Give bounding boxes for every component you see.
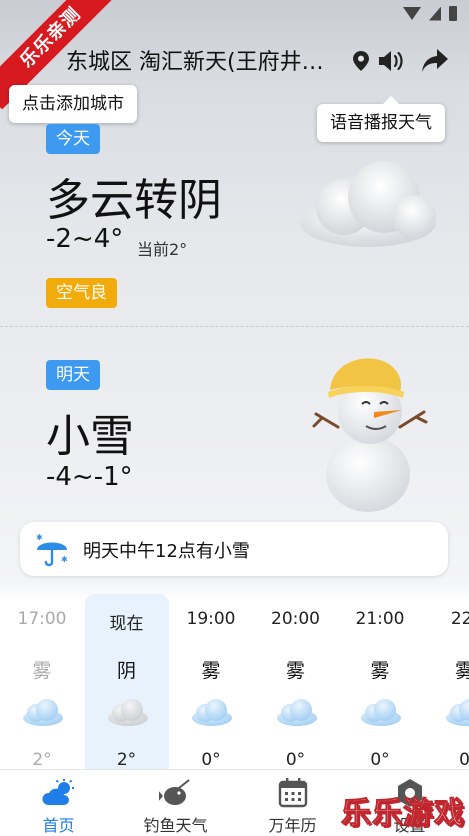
- share-icon[interactable]: [421, 48, 449, 74]
- nav-label-home: 首页: [0, 812, 117, 836]
- tomorrow-tag: 明天: [46, 360, 100, 390]
- cloudy-weather-icon: [296, 155, 441, 250]
- hourly-temp: 0: [423, 750, 469, 770]
- voice-broadcast-tooltip[interactable]: 语音播报天气: [317, 104, 445, 142]
- svg-text:✱: ✱: [36, 533, 43, 542]
- hourly-condition: 阴: [85, 656, 169, 683]
- today-temp-range: -2~4°: [46, 224, 123, 254]
- city-title[interactable]: 东城区 淘汇新天(王府井…: [66, 44, 324, 76]
- watermark: 乐乐游戏: [341, 788, 465, 832]
- alert-text: 明天中午12点有小雪: [83, 537, 250, 563]
- section-divider: [0, 326, 469, 327]
- hourly-condition: 雾: [338, 656, 422, 683]
- bottom-nav: 首页 钓鱼天气 万年历 设置 乐乐游戏: [0, 769, 469, 836]
- hourly-condition: 雾: [423, 656, 469, 683]
- hourly-condition: 雾: [0, 656, 84, 683]
- hourly-item: 21:00 雾 0°: [338, 594, 422, 770]
- hourly-time: 现在: [85, 609, 169, 634]
- hourly-condition: 雾: [254, 656, 338, 683]
- nav-home[interactable]: 首页: [0, 770, 117, 836]
- cloud-blue-icon: [445, 698, 469, 726]
- wifi-icon: [403, 7, 421, 20]
- app-header: 东城区 淘汇新天(王府井…: [0, 36, 469, 84]
- cloud-gray-icon: [107, 698, 149, 726]
- weather-alert-card[interactable]: ✱ ✱ 明天中午12点有小雪: [20, 522, 448, 576]
- nav-label-fishing: 钓鱼天气: [117, 812, 234, 836]
- hourly-item: 19:00 雾 0°: [169, 594, 253, 770]
- snow-umbrella-icon: ✱ ✱: [34, 532, 70, 568]
- hourly-item: 20:00 雾 0°: [254, 594, 338, 770]
- signal-icon: [429, 7, 441, 21]
- hourly-temp: 0°: [338, 750, 422, 770]
- location-icon[interactable]: [353, 51, 369, 71]
- hourly-time: 17:00: [0, 609, 84, 629]
- today-tag: 今天: [46, 124, 100, 154]
- calendar-icon: [276, 778, 310, 808]
- nav-fishing[interactable]: 钓鱼天气: [117, 770, 234, 836]
- svg-text:✱: ✱: [61, 555, 68, 564]
- today-condition: 多云转阴: [46, 164, 222, 228]
- current-temp: 当前2°: [137, 236, 187, 260]
- tomorrow-condition: 小雪: [46, 400, 134, 464]
- hourly-time: 20:00: [254, 609, 338, 629]
- speaker-icon[interactable]: [378, 50, 404, 72]
- hourly-item: 22: 雾 0: [423, 594, 469, 770]
- battery-icon: [449, 6, 457, 21]
- cloud-blue-icon: [360, 698, 402, 726]
- nav-calendar[interactable]: 万年历: [234, 770, 351, 836]
- hourly-condition: 雾: [169, 656, 253, 683]
- nav-label-calendar: 万年历: [234, 812, 351, 836]
- hourly-time: 21:00: [338, 609, 422, 629]
- snowman-icon: [308, 352, 433, 514]
- hourly-temp: 2°: [85, 750, 169, 770]
- tomorrow-temp-range: -4~-1°: [46, 462, 133, 492]
- aqi-badge[interactable]: 空气良: [46, 278, 117, 308]
- hourly-time: 22:: [423, 609, 469, 629]
- home-weather-icon: [42, 778, 76, 808]
- hourly-forecast[interactable]: 17:00雾2°现在阴2°19:00雾0°20:00雾0°21:00雾0°22:…: [0, 594, 469, 770]
- add-city-tooltip[interactable]: 点击添加城市: [9, 85, 137, 123]
- hourly-item: 17:00 雾 2°: [0, 594, 84, 770]
- hourly-time: 19:00: [169, 609, 253, 629]
- hourly-temp: 2°: [0, 750, 84, 770]
- cloud-blue-icon: [191, 698, 233, 726]
- cloud-blue-icon: [22, 698, 64, 726]
- cloud-blue-icon: [276, 698, 318, 726]
- hourly-item: 现在阴 2°: [85, 594, 169, 770]
- hourly-temp: 0°: [169, 750, 253, 770]
- hourly-temp: 0°: [254, 750, 338, 770]
- fish-icon: [159, 778, 193, 808]
